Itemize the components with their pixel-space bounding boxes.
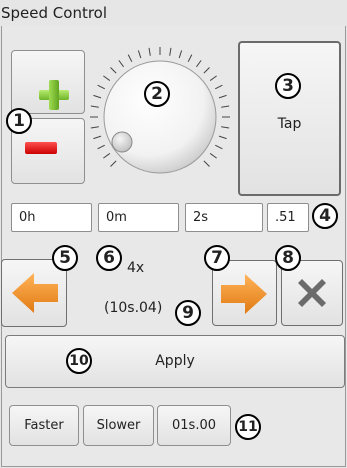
annotation-badge: 4 (312, 203, 338, 229)
annotation-badge: 7 (204, 245, 230, 271)
tap-button[interactable]: Tap (238, 41, 341, 196)
minutes-field[interactable]: 0m (98, 203, 179, 232)
left-arrow-icon (12, 273, 58, 313)
knob-tick (221, 105, 230, 108)
knob-tick (148, 47, 151, 56)
knob-tick (169, 47, 172, 56)
minus-icon (25, 142, 57, 154)
knob-tick (90, 126, 99, 129)
knob-tick (137, 50, 142, 59)
annotation-badge: 10 (66, 348, 92, 374)
annotation-badge: 11 (235, 414, 261, 440)
knob-tick (209, 153, 217, 159)
knob-tick (187, 54, 193, 62)
apply-button[interactable]: Apply (5, 335, 345, 388)
hours-field[interactable]: 0h (11, 203, 92, 232)
knob-tick (218, 94, 227, 99)
knob-tick (118, 60, 124, 68)
faster-button[interactable]: Faster (9, 405, 79, 446)
knob-tick (196, 60, 202, 68)
knob-indicator (111, 131, 133, 153)
knob-tick (97, 144, 105, 150)
knob-tick (209, 75, 217, 81)
preset-button[interactable]: 01s.00 (157, 405, 231, 446)
window-title: Speed Control (1, 4, 108, 22)
knob-tick (215, 84, 223, 90)
knob-body (103, 60, 217, 174)
annotation-badge: 8 (275, 245, 301, 271)
knob-tick (178, 50, 183, 59)
knob-tick (93, 94, 102, 99)
annotation-badge: 1 (6, 108, 32, 134)
fraction-field[interactable]: .51 (267, 203, 309, 232)
annotation-badge: 2 (144, 81, 170, 107)
knob-tick (218, 135, 227, 140)
annotation-badge: 6 (96, 245, 122, 271)
annotation-badge: 3 (275, 73, 301, 99)
annotation-badge: 9 (175, 300, 201, 326)
increase-button[interactable] (11, 50, 85, 114)
speed-knob[interactable] (85, 34, 235, 199)
knob-tick (110, 160, 117, 167)
multiplier-text: 4x (127, 260, 145, 276)
knob-tick (103, 153, 111, 159)
clear-x-icon (298, 279, 326, 307)
knob-tick (97, 84, 105, 90)
slow-down-arrow-button[interactable] (1, 259, 67, 327)
right-arrow-icon (221, 274, 267, 314)
plus-icon (39, 80, 69, 110)
slower-button[interactable]: Slower (83, 405, 154, 446)
period-text: (10s.04) (104, 300, 163, 316)
knob-tick (203, 160, 210, 167)
knob-tick (203, 67, 210, 74)
knob-tick (110, 67, 117, 74)
tap-label: Tap (277, 116, 302, 132)
seconds-field[interactable]: 2s (185, 203, 263, 232)
knob-tick (215, 144, 223, 150)
knob-tick (221, 126, 230, 129)
apply-label: Apply (155, 353, 195, 369)
knob-tick (127, 54, 133, 62)
knob-tick (103, 75, 111, 81)
annotation-badge: 5 (52, 245, 78, 271)
knob-tick (90, 105, 99, 108)
knob-tick (93, 135, 102, 140)
